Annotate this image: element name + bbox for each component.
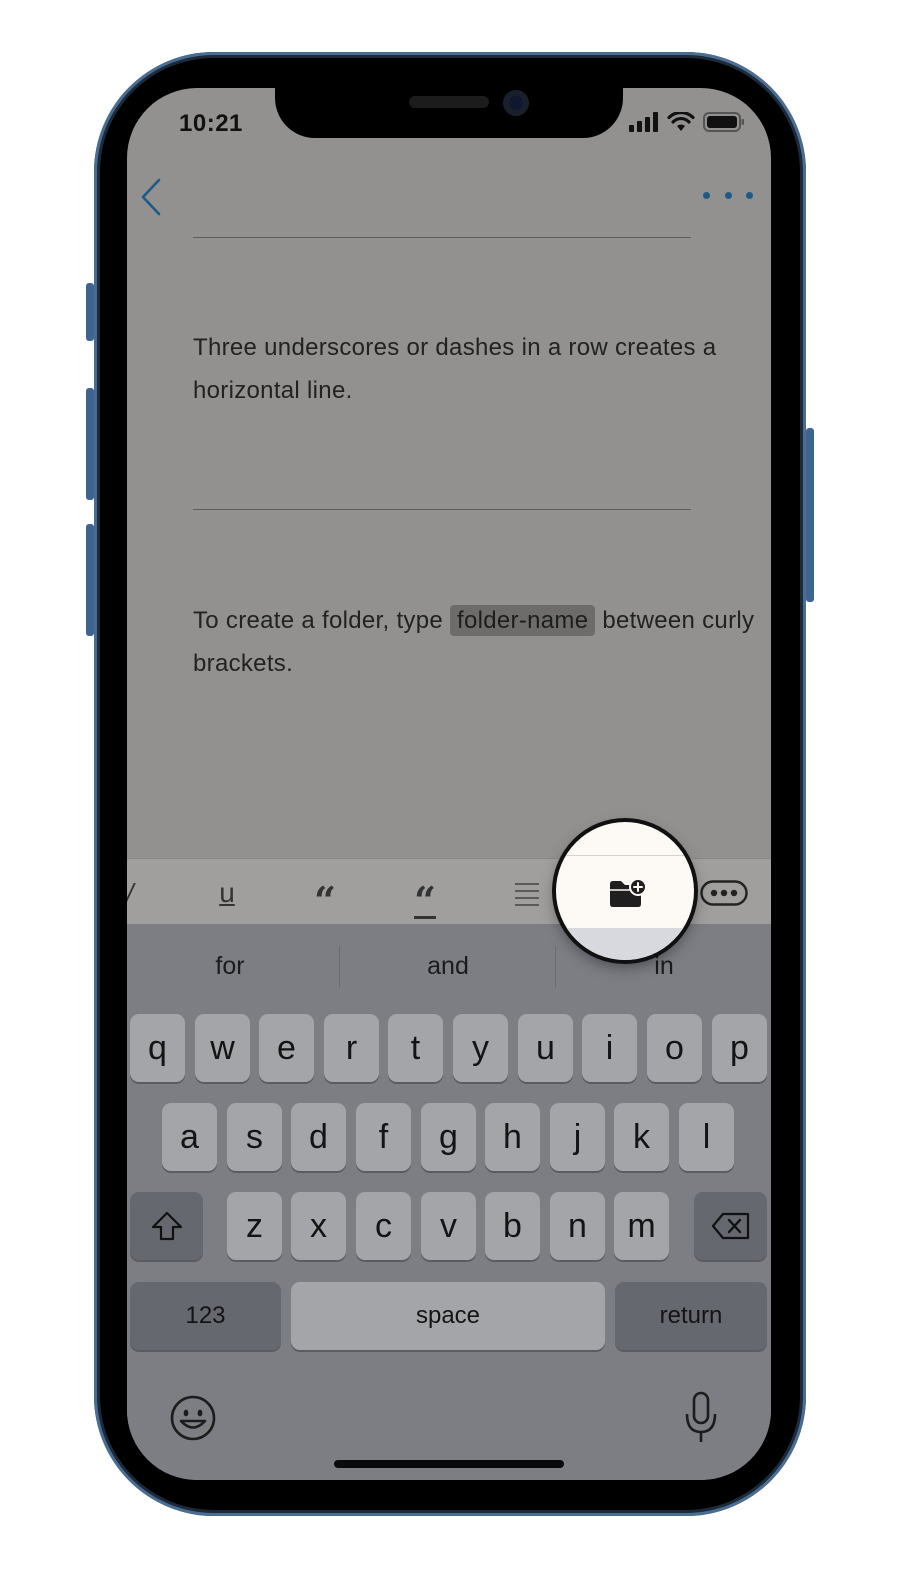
key[interactable]: u — [518, 1014, 573, 1082]
backspace-icon — [711, 1212, 749, 1240]
italic-button[interactable]: / — [127, 873, 145, 913]
camera — [503, 90, 529, 116]
key[interactable]: l — [679, 1103, 734, 1171]
quote-icon: “ — [314, 877, 336, 923]
cellular-signal-icon — [629, 112, 658, 132]
list-button[interactable] — [507, 873, 547, 913]
key[interactable]: v — [421, 1192, 476, 1260]
side-button — [86, 283, 94, 341]
key[interactable]: o — [647, 1014, 702, 1082]
more-formatting-button[interactable] — [699, 873, 749, 913]
paragraph-horizontal-line[interactable]: Three underscores or dashes in a row cre… — [193, 326, 763, 412]
key[interactable]: x — [291, 1192, 346, 1260]
shift-key[interactable] — [130, 1192, 203, 1260]
status-icons — [629, 112, 745, 132]
paragraph-folder[interactable]: To create a folder, type folder-name bet… — [193, 599, 763, 685]
microphone-icon — [685, 1391, 717, 1442]
horizontal-rule — [193, 237, 691, 238]
wifi-icon — [667, 112, 695, 131]
paragraph-text: To create a folder, type — [193, 607, 450, 634]
key[interactable]: w — [195, 1014, 250, 1082]
key[interactable]: r — [324, 1014, 379, 1082]
key[interactable]: g — [421, 1103, 476, 1171]
key[interactable]: b — [485, 1192, 540, 1260]
suggestion[interactable]: for — [127, 952, 337, 981]
folder-add-button-highlight[interactable] — [556, 822, 694, 960]
volume-up-button — [86, 388, 94, 500]
status-time: 10:21 — [179, 110, 243, 137]
list-icon — [515, 883, 539, 906]
phone-screen: 10:21 Three underscores or dashes in a r… — [127, 88, 771, 1480]
key[interactable]: d — [291, 1103, 346, 1171]
space-key[interactable]: space — [291, 1282, 605, 1350]
toolbar-edge — [556, 855, 694, 856]
suggestion[interactable]: and — [341, 952, 555, 981]
dot — [724, 191, 732, 199]
key[interactable]: p — [712, 1014, 767, 1082]
key[interactable]: j — [550, 1103, 605, 1171]
key[interactable]: m — [614, 1192, 669, 1260]
chevron-left-icon — [141, 178, 161, 216]
key[interactable]: n — [550, 1192, 605, 1260]
shift-icon — [151, 1211, 182, 1241]
key[interactable]: q — [130, 1014, 185, 1082]
italic-icon: / — [127, 877, 134, 908]
speaker — [409, 96, 489, 108]
key[interactable]: t — [388, 1014, 443, 1082]
underline-button[interactable]: u — [207, 873, 247, 913]
key[interactable]: h — [485, 1103, 540, 1171]
dot — [746, 191, 753, 199]
dot — [703, 191, 710, 199]
battery-icon — [703, 112, 744, 132]
folder-add-icon — [610, 878, 647, 907]
backspace-key[interactable] — [694, 1192, 767, 1260]
key[interactable]: k — [614, 1103, 669, 1171]
notch — [275, 88, 623, 138]
key[interactable]: y — [453, 1014, 508, 1082]
block-quote-icon: “ — [414, 877, 436, 923]
home-indicator — [334, 1460, 564, 1468]
suggestion-divider — [339, 946, 340, 988]
key[interactable]: c — [356, 1192, 411, 1260]
return-key[interactable]: return — [615, 1282, 767, 1350]
key[interactable]: i — [582, 1014, 637, 1082]
keyboard: for and in q w e r t y u i o p a s d f g… — [127, 924, 771, 1480]
numbers-key[interactable]: 123 — [130, 1282, 281, 1350]
key[interactable]: e — [259, 1014, 314, 1082]
key[interactable]: z — [227, 1192, 282, 1260]
key[interactable]: f — [356, 1103, 411, 1171]
quote-button[interactable]: “ — [305, 873, 345, 923]
emoji-button[interactable] — [169, 1394, 217, 1442]
emoji-icon — [170, 1395, 216, 1441]
key[interactable]: a — [162, 1103, 217, 1171]
volume-down-button — [86, 524, 94, 636]
horizontal-rule — [193, 509, 691, 510]
key[interactable]: s — [227, 1103, 282, 1171]
power-button — [806, 428, 814, 602]
keyboard-edge — [556, 928, 694, 960]
more-icon — [700, 880, 748, 906]
block-quote-button[interactable]: “ — [405, 873, 445, 923]
underline-icon: u — [219, 877, 235, 908]
inline-code: folder-name — [449, 605, 596, 636]
dictation-button[interactable] — [683, 1390, 719, 1446]
more-options-button[interactable] — [703, 180, 753, 210]
back-button[interactable] — [137, 178, 177, 218]
